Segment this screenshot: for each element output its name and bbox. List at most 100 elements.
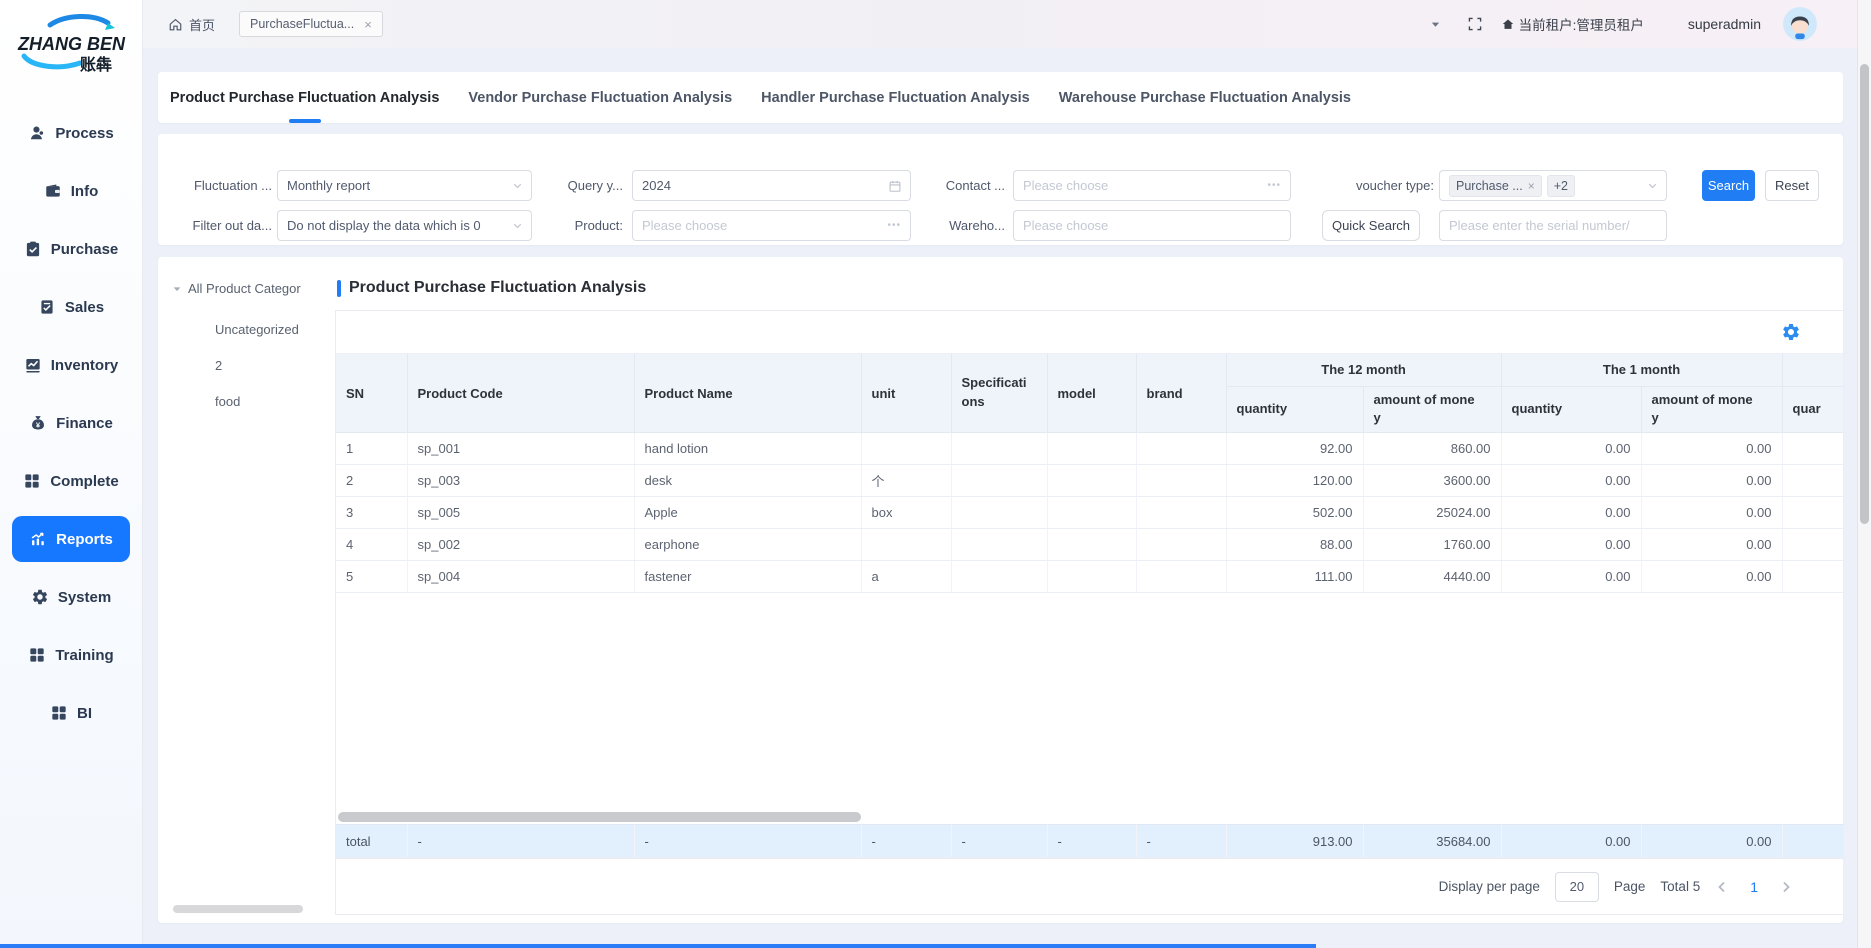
home-icon	[168, 17, 183, 32]
fluctuation-select[interactable]: Monthly report	[277, 170, 532, 201]
page-size-input[interactable]	[1555, 872, 1599, 902]
column-settings-gear-icon[interactable]	[1781, 322, 1801, 342]
prev-page-icon[interactable]	[1715, 880, 1729, 894]
home-nav[interactable]: 首页	[168, 0, 215, 48]
sidebar-item-label: Inventory	[51, 357, 119, 374]
close-icon[interactable]: ×	[364, 17, 372, 32]
avatar[interactable]	[1783, 7, 1817, 41]
voucher-type-select[interactable]: Purchase ... × +2	[1439, 170, 1667, 201]
tab-product-purchase-fluctuation-analysis[interactable]: Product Purchase Fluctuation Analysis	[170, 72, 439, 123]
tenant-switcher[interactable]: 当前租户:管理员租户	[1501, 14, 1644, 34]
cell-name: fastener	[634, 561, 861, 593]
total-cell-unit: -	[861, 825, 951, 858]
open-tab-label: PurchaseFluctua...	[250, 17, 354, 31]
cell-model	[1047, 465, 1136, 497]
warehouse-input[interactable]	[1023, 218, 1281, 233]
total-cell-quar	[1782, 825, 1843, 858]
tab-handler-purchase-fluctuation-analysis[interactable]: Handler Purchase Fluctuation Analysis	[761, 72, 1030, 123]
chevron-down-icon	[511, 219, 524, 232]
table-row[interactable]: 4sp_002earphone88.001760.000.000.00	[336, 529, 1843, 561]
tenant-label: 当前租户:管理员租户	[1519, 14, 1644, 34]
sidebar-item-purchase[interactable]: Purchase	[0, 220, 142, 278]
sidebar-item-sales[interactable]: Sales	[0, 278, 142, 336]
display-per-page-label: Display per page	[1439, 879, 1540, 894]
contact-input[interactable]	[1023, 178, 1281, 193]
sidebar-item-bi[interactable]: BI	[0, 684, 142, 742]
serial-number-field[interactable]	[1439, 210, 1667, 241]
sidebar-item-info[interactable]: Info	[0, 162, 142, 220]
report-title: Product Purchase Fluctuation Analysis	[337, 279, 646, 297]
cell-sn: 4	[336, 529, 407, 561]
username[interactable]: superadmin	[1688, 16, 1761, 32]
cell-name: desk	[634, 465, 861, 497]
tab-warehouse-purchase-fluctuation-analysis[interactable]: Warehouse Purchase Fluctuation Analysis	[1059, 72, 1351, 123]
report-table-zone: Product Purchase Fluctuation Analysis SN…	[335, 257, 1843, 923]
cell-a1: 0.00	[1641, 561, 1782, 593]
table-row[interactable]: 5sp_004fastenera111.004440.000.000.00	[336, 561, 1843, 593]
bottom-progress-bar	[0, 944, 1316, 948]
tree-horizontal-scrollbar[interactable]	[173, 905, 303, 913]
chevron-down-icon[interactable]	[1430, 19, 1441, 30]
table-row[interactable]: 1sp_001hand lotion92.00860.000.000.00	[336, 433, 1843, 465]
sidebar-item-process[interactable]: Process	[0, 104, 142, 162]
sidebar-item-system[interactable]: System	[0, 568, 142, 626]
clipboard-icon	[38, 298, 56, 316]
topbar: 首页 PurchaseFluctua... × 当前租户:管理员租户 super…	[143, 0, 1871, 48]
cell-unit: a	[861, 561, 951, 593]
fluctuation-label: Fluctuation ...	[158, 170, 272, 201]
page-vertical-scrollbar	[1857, 0, 1871, 948]
table-row[interactable]: 3sp_005Applebox502.0025024.000.000.00	[336, 497, 1843, 529]
column-header-a1: amount of money	[1641, 386, 1782, 433]
sidebar-item-reports[interactable]: Reports	[12, 516, 130, 562]
tree-item-2[interactable]: 2	[215, 348, 299, 384]
cell-q12: 502.00	[1226, 497, 1363, 529]
sidebar-item-training[interactable]: Training	[0, 626, 142, 684]
column-header-q12: quantity	[1226, 386, 1363, 433]
sidebar-item-label: Training	[55, 647, 113, 664]
sidebar-item-finance[interactable]: ¥Finance	[0, 394, 142, 452]
serial-number-input[interactable]	[1449, 218, 1657, 233]
product-label: Product:	[553, 210, 623, 241]
query-year-field[interactable]	[632, 170, 911, 201]
cell-unit	[861, 529, 951, 561]
cell-a1: 0.00	[1641, 433, 1782, 465]
next-page-icon[interactable]	[1779, 880, 1793, 894]
cell-spec	[951, 561, 1047, 593]
cell-brand	[1136, 529, 1226, 561]
tree-root-all-product-category[interactable]: All Product Categor	[172, 281, 301, 296]
contact-field[interactable]: •••	[1013, 170, 1291, 201]
sidebar-item-inventory[interactable]: Inventory	[0, 336, 142, 394]
column-header-spec: Specifications	[951, 354, 1047, 433]
current-page[interactable]: 1	[1744, 879, 1764, 895]
query-year-input[interactable]	[642, 178, 901, 193]
warehouse-field[interactable]	[1013, 210, 1291, 241]
cell-spec	[951, 497, 1047, 529]
scrollbar-thumb[interactable]	[338, 812, 861, 822]
tree-root-label: All Product Categor	[188, 281, 301, 296]
app-logo: ZHANG BEN 账犇	[0, 0, 142, 100]
quick-search-button[interactable]: Quick Search	[1322, 210, 1420, 241]
total-cell-name: -	[634, 825, 861, 858]
fullscreen-icon[interactable]	[1467, 16, 1483, 32]
filter-out-select[interactable]: Do not display the data which is 0	[277, 210, 532, 241]
scrollbar-thumb[interactable]	[1860, 64, 1869, 524]
sidebar-item-label: Complete	[50, 473, 118, 490]
tree-item-food[interactable]: food	[215, 384, 299, 420]
tab-vendor-purchase-fluctuation-analysis[interactable]: Vendor Purchase Fluctuation Analysis	[468, 72, 732, 123]
tag-close-icon[interactable]: ×	[1528, 179, 1535, 193]
cell-sn: 3	[336, 497, 407, 529]
cell-q12: 88.00	[1226, 529, 1363, 561]
search-button[interactable]: Search	[1702, 170, 1755, 201]
table-row[interactable]: 2sp_003desk个120.003600.000.000.00	[336, 465, 1843, 497]
open-tab-chip[interactable]: PurchaseFluctua... ×	[239, 11, 383, 37]
cell-sn: 5	[336, 561, 407, 593]
cell-a12: 3600.00	[1363, 465, 1501, 497]
table-horizontal-scrollbar	[336, 810, 1843, 824]
reset-button[interactable]: Reset	[1765, 170, 1819, 201]
sidebar-item-complete[interactable]: Complete	[0, 452, 142, 510]
product-input[interactable]	[642, 218, 901, 233]
product-field[interactable]: •••	[632, 210, 911, 241]
cell-sn: 1	[336, 433, 407, 465]
cell-code: sp_005	[407, 497, 634, 529]
tree-item-uncategorized[interactable]: Uncategorized	[215, 312, 299, 348]
